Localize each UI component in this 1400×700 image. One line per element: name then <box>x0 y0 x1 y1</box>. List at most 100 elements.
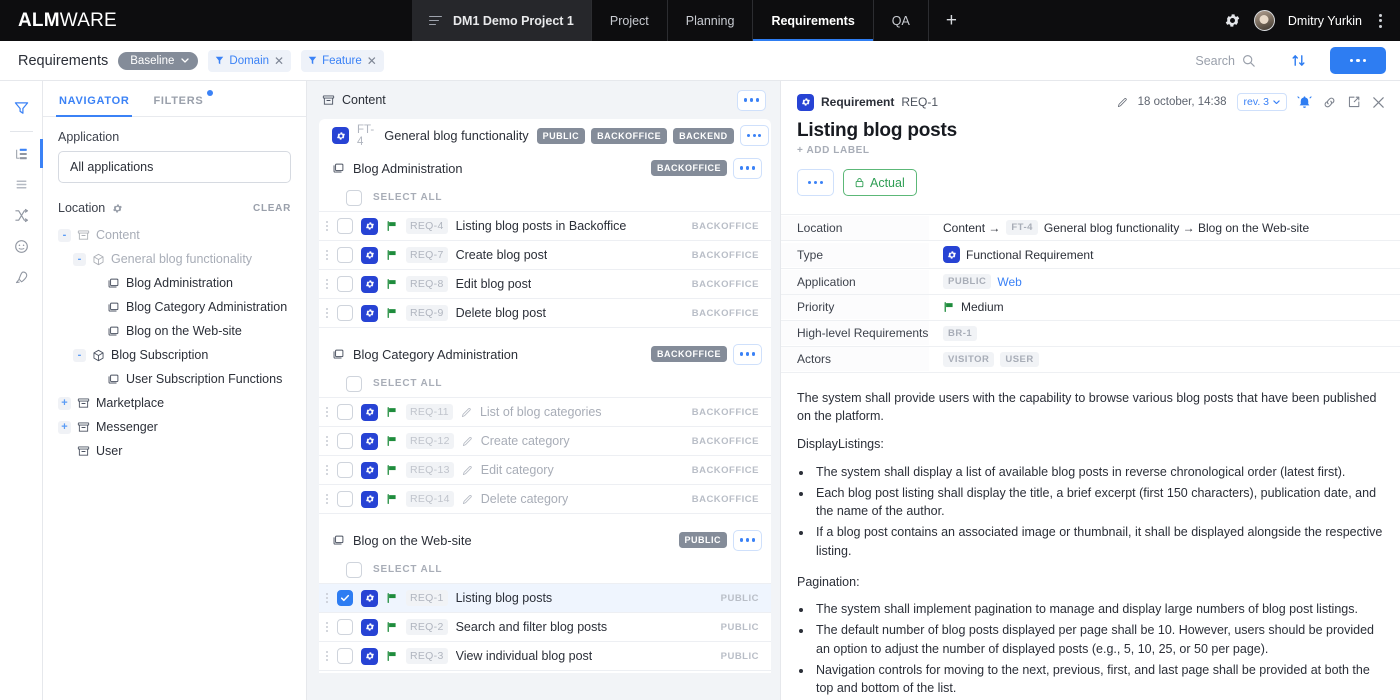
settings-gear-icon[interactable] <box>1224 12 1241 29</box>
close-icon[interactable]: ✕ <box>274 54 284 68</box>
drag-handle-icon[interactable] <box>326 494 329 504</box>
expand-icon[interactable]: + <box>58 396 71 410</box>
more-actions-button[interactable] <box>1330 47 1386 74</box>
row-checkbox[interactable] <box>337 433 353 449</box>
baseline-selector[interactable]: Baseline <box>118 51 199 70</box>
tree-node[interactable]: + Marketplace <box>58 391 291 415</box>
location-gear-icon[interactable] <box>112 203 123 214</box>
group-row[interactable]: Blog on the Web-site PUBLIC <box>319 524 771 556</box>
tree-node[interactable]: + Messenger <box>58 415 291 439</box>
group-more-button[interactable] <box>733 529 762 551</box>
row-checkbox[interactable] <box>337 590 353 606</box>
requirement-row[interactable]: REQ-1 Listing blog posts PUBLIC <box>319 584 771 613</box>
drag-handle-icon[interactable] <box>326 279 329 289</box>
tree-node[interactable]: User Subscription Functions <box>58 367 291 391</box>
group-row[interactable]: Blog Category Administration BACKOFFICE <box>319 338 771 370</box>
filter-rail-icon[interactable] <box>0 93 43 124</box>
rocket-rail-icon[interactable] <box>0 262 43 293</box>
row-checkbox[interactable] <box>337 404 353 420</box>
tab-navigator[interactable]: NAVIGATOR <box>56 81 133 117</box>
row-checkbox[interactable] <box>337 305 353 321</box>
tab-filters[interactable]: FILTERS <box>150 81 214 116</box>
overflow-menu-icon[interactable] <box>1375 11 1386 31</box>
clear-location-button[interactable]: CLEAR <box>253 203 291 214</box>
requirement-row[interactable]: REQ-4 Listing blog posts in Backoffice BAC… <box>319 212 771 241</box>
property-tag[interactable]: BR-1 <box>943 325 978 341</box>
row-checkbox[interactable] <box>337 462 353 478</box>
select-all-row[interactable]: SELECT ALL <box>319 184 771 212</box>
requirement-row[interactable]: REQ-2 Search and filter blog posts PUBLIC <box>319 613 771 642</box>
filter-chip-feature[interactable]: Feature ✕ <box>301 49 384 72</box>
project-selector[interactable]: DM1 Demo Project 1 <box>412 0 591 41</box>
row-checkbox[interactable] <box>337 276 353 292</box>
detail-more-button[interactable] <box>797 169 834 196</box>
tab-qa[interactable]: QA <box>872 0 928 41</box>
select-all-checkbox[interactable] <box>346 375 362 392</box>
drag-handle-icon[interactable] <box>326 593 329 603</box>
drag-handle-icon[interactable] <box>326 250 329 260</box>
requirement-row[interactable]: REQ-11 List of blog categories BACKOFFICE <box>319 398 771 427</box>
avatar[interactable] <box>1253 10 1275 31</box>
sort-button[interactable] <box>1291 53 1306 68</box>
tree-node[interactable]: - Content <box>58 223 291 247</box>
requirement-row[interactable]: REQ-13 Edit category BACKOFFICE <box>319 456 771 485</box>
requirement-row[interactable]: REQ-12 Create category BACKOFFICE <box>319 427 771 456</box>
group-row[interactable]: Blog Administration BACKOFFICE <box>319 152 771 184</box>
tree-node[interactable]: Blog Category Administration <box>58 295 291 319</box>
requirement-row[interactable]: REQ-3 View individual blog post PUBLIC <box>319 642 771 671</box>
row-checkbox[interactable] <box>337 648 353 664</box>
drag-handle-icon[interactable] <box>326 651 329 661</box>
tree-node[interactable]: - General blog functionality <box>58 247 291 271</box>
row-checkbox[interactable] <box>337 218 353 234</box>
requirement-row[interactable]: REQ-8 Edit blog post BACKOFFICE <box>319 270 771 299</box>
open-external-icon[interactable] <box>1347 95 1361 109</box>
application-select[interactable]: All applications <box>58 151 291 183</box>
user-name[interactable]: Dmitry Yurkin <box>1288 14 1362 28</box>
select-all-checkbox[interactable] <box>346 561 362 578</box>
location-code[interactable]: FT-4 <box>1006 220 1038 235</box>
select-all-checkbox[interactable] <box>346 189 362 206</box>
revision-selector[interactable]: rev. 3 <box>1236 93 1287 111</box>
group-more-button[interactable] <box>733 157 762 179</box>
drag-handle-icon[interactable] <box>326 308 329 318</box>
tab-planning[interactable]: Planning <box>666 0 753 41</box>
status-badge[interactable]: Actual <box>843 169 917 196</box>
group-more-button[interactable] <box>733 343 762 365</box>
requirement-row[interactable]: REQ-7 Create blog post BACKOFFICE <box>319 241 771 270</box>
tree-node[interactable]: User <box>58 439 291 463</box>
feature-more-button[interactable] <box>739 125 769 146</box>
drag-handle-icon[interactable] <box>326 465 329 475</box>
select-all-row[interactable]: SELECT ALL <box>319 556 771 584</box>
drag-handle-icon[interactable] <box>326 622 329 632</box>
notification-bell-icon[interactable] <box>1297 95 1312 110</box>
row-checkbox[interactable] <box>337 247 353 263</box>
requirement-row[interactable]: REQ-9 Delete blog post BACKOFFICE <box>319 299 771 328</box>
row-checkbox[interactable] <box>337 619 353 635</box>
feature-row[interactable]: FT-4 General blog functionality PUBLIC BACK… <box>319 119 771 152</box>
expand-icon[interactable]: + <box>58 420 71 434</box>
add-label-button[interactable]: + ADD LABEL <box>797 145 1386 156</box>
select-all-row[interactable]: SELECT ALL <box>319 370 771 398</box>
drag-handle-icon[interactable] <box>326 436 329 446</box>
tab-project[interactable]: Project <box>590 0 667 41</box>
drag-handle-icon[interactable] <box>326 221 329 231</box>
app-logo[interactable]: ALM WARE <box>0 0 412 41</box>
collapse-icon[interactable]: - <box>73 252 86 266</box>
smiley-rail-icon[interactable] <box>0 231 43 262</box>
tree-node[interactable]: Blog Administration <box>58 271 291 295</box>
edit-pencil-icon[interactable] <box>1117 97 1128 108</box>
filter-chip-domain[interactable]: Domain ✕ <box>208 49 292 72</box>
close-panel-icon[interactable] <box>1371 95 1386 110</box>
property-tag[interactable]: USER <box>1000 351 1039 367</box>
tree-node[interactable]: Blog on the Web-site <box>58 319 291 343</box>
row-checkbox[interactable] <box>337 491 353 507</box>
collapse-icon[interactable]: - <box>73 348 86 362</box>
requirement-row[interactable]: REQ-14 Delete category BACKOFFICE <box>319 485 771 514</box>
close-icon[interactable]: ✕ <box>367 54 377 68</box>
list-view-rail-icon[interactable] <box>0 169 43 200</box>
content-list-scroll[interactable]: FT-4 General blog functionality PUBLIC BACK… <box>307 119 780 700</box>
content-more-button[interactable] <box>737 89 766 111</box>
property-tag[interactable]: VISITOR <box>943 351 995 367</box>
application-link[interactable]: Web <box>997 275 1021 289</box>
tab-requirements[interactable]: Requirements <box>752 0 874 41</box>
